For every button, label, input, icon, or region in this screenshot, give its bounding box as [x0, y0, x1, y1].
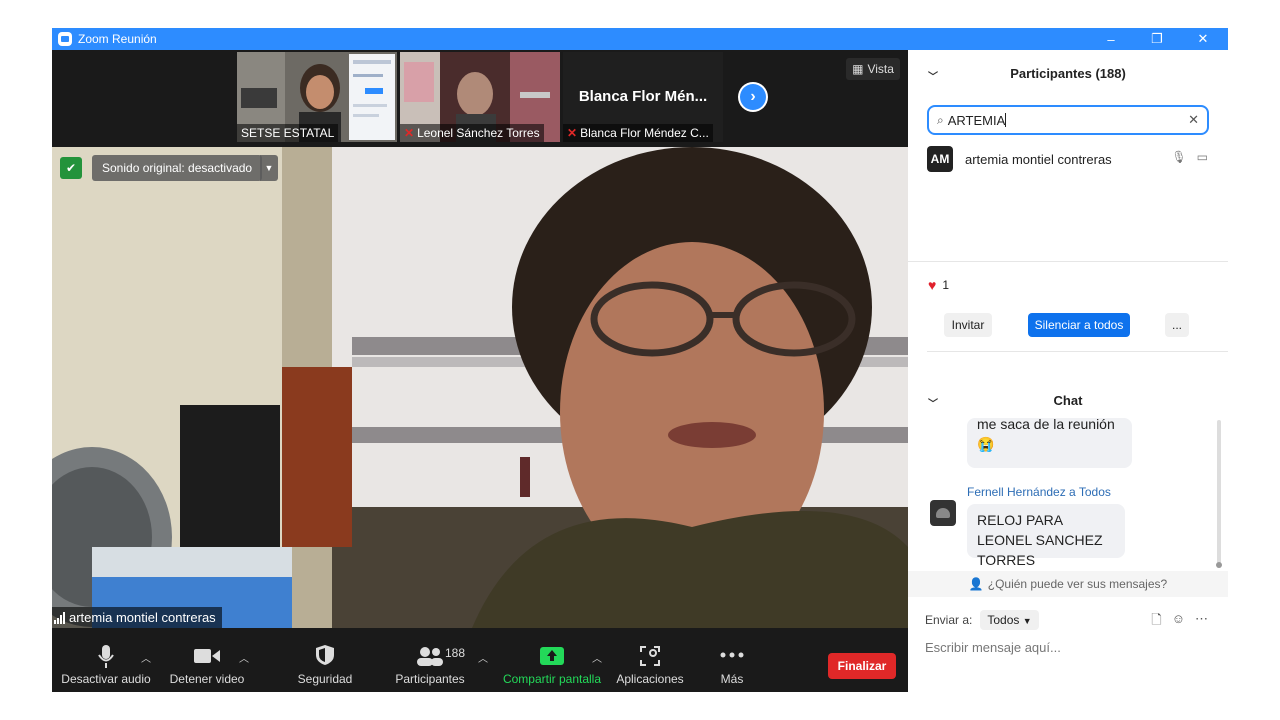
participants-options-caret[interactable]: ︿	[478, 650, 488, 665]
more-button[interactable]: Más	[702, 628, 762, 692]
chevron-down-icon[interactable]: ﹀	[928, 395, 938, 410]
muted-mic-icon: ✕	[404, 126, 415, 140]
audio-options-caret[interactable]: ︿	[141, 650, 151, 665]
chat-message-input[interactable]: Escribir mensaje aquí...	[925, 640, 1061, 655]
security-button[interactable]: Seguridad	[288, 628, 362, 692]
video-camera-icon: ▭	[1196, 150, 1208, 164]
window-title: Zoom Reunión	[78, 32, 157, 46]
share-options-caret[interactable]: ︿	[592, 650, 602, 665]
participant-thumbnail[interactable]: ✕ Leonel Sánchez Torres	[400, 52, 560, 142]
more-icon[interactable]: ⋯	[1195, 611, 1208, 633]
minimize-button[interactable]: –	[1088, 28, 1134, 50]
avatar: AM	[927, 146, 953, 172]
chevron-down-icon: ▼	[1022, 616, 1032, 626]
next-page-button[interactable]: ›	[738, 82, 768, 112]
participant-name: SETSE ESTATAL	[237, 124, 339, 142]
divider	[908, 261, 1228, 262]
microphone-icon	[98, 645, 114, 668]
participants-icon	[417, 647, 443, 666]
encryption-shield-icon[interactable]: ✔	[60, 157, 82, 179]
participant-name: ✕ Leonel Sánchez Torres	[400, 124, 544, 142]
side-panel: ﹀ Participantes (188) ⌕ ARTEMIA ✕ AM art…	[908, 50, 1228, 692]
zoom-logo-icon	[58, 32, 72, 46]
crying-emoji-icon: 😭	[977, 436, 995, 452]
title-bar: Zoom Reunión – ❐ ✕	[52, 28, 1228, 50]
avatar	[930, 500, 956, 526]
muted-mic-icon: ✕	[567, 126, 578, 140]
original-sound-button[interactable]: Sonido original: desactivado	[92, 155, 263, 181]
close-button[interactable]: ✕	[1180, 28, 1226, 50]
restore-button[interactable]: ❐	[1134, 28, 1180, 50]
chat-message: RELOJ PARA LEONEL SANCHEZ TORRES	[967, 504, 1125, 568]
apps-icon	[640, 646, 660, 666]
mute-audio-button[interactable]: Desactivar audio	[60, 628, 152, 692]
video-camera-icon	[194, 649, 220, 663]
participants-button[interactable]: Participantes	[388, 628, 472, 692]
stop-video-button[interactable]: Detener video	[164, 628, 250, 692]
participant-thumbnail[interactable]: Blanca Flor Mén... ✕ Blanca Flor Méndez C…	[563, 52, 723, 142]
emoji-icon[interactable]: ☺	[1172, 611, 1185, 633]
microphone-icon: 🎙	[1171, 150, 1187, 164]
person-lock-icon: 👤	[968, 577, 984, 591]
clear-search-icon[interactable]: ✕	[1188, 112, 1199, 128]
chat-message: me saca de la reunión 😭	[967, 418, 1132, 468]
grid-icon: ▦	[852, 62, 864, 76]
signal-strength-icon	[54, 611, 65, 624]
end-meeting-button[interactable]: Finalizar	[828, 653, 896, 679]
file-icon[interactable]: 🗋	[1151, 611, 1161, 633]
chat-sender: Fernell Hernández a Todos	[967, 485, 1111, 499]
view-button[interactable]: ▦ Vista	[846, 58, 900, 80]
chevron-down-icon[interactable]: ▼	[260, 155, 278, 181]
main-speaker-video: ✔ Sonido original: desactivado ▼ artemia…	[52, 147, 908, 628]
heart-icon: ♥	[928, 277, 937, 293]
chat-actions: 🗋 ☺ ⋯	[1151, 611, 1208, 633]
share-screen-button[interactable]: Compartir pantalla	[498, 628, 606, 692]
invite-button[interactable]: Invitar	[944, 313, 992, 337]
apps-button[interactable]: Aplicaciones	[614, 628, 686, 692]
chat-message-text: me saca de la reunión	[977, 418, 1115, 432]
video-options-caret[interactable]: ︿	[239, 650, 249, 665]
text-cursor	[1005, 113, 1007, 127]
participant-name: ✕ Blanca Flor Méndez C...	[563, 124, 713, 142]
participant-thumbnail[interactable]: SETSE ESTATAL	[237, 52, 397, 142]
more-icon	[720, 652, 744, 658]
participant-list-item[interactable]: AM artemia montiel contreras 🎙 ▭	[927, 146, 1212, 172]
participants-panel-header: ﹀ Participantes (188)	[928, 65, 1126, 84]
chevron-right-icon: ›	[740, 84, 766, 110]
chat-scrollbar[interactable]	[1217, 420, 1221, 568]
participants-count-badge: 188	[445, 646, 466, 660]
send-to-row: Enviar a: Todos ▼	[925, 610, 1039, 630]
mute-all-button[interactable]: Silenciar a todos	[1028, 313, 1130, 337]
speaker-video-icon	[52, 147, 908, 628]
participant-name: artemia montiel contreras	[965, 151, 1112, 167]
zoom-window: Zoom Reunión – ❐ ✕ SETSE ESTATAL ✕ Leone…	[52, 28, 1228, 692]
video-area: SETSE ESTATAL ✕ Leonel Sánchez Torres Bla…	[52, 50, 908, 628]
chevron-down-icon[interactable]: ﹀	[928, 68, 938, 83]
who-can-see-link[interactable]: 👤 ¿Quién puede ver sus mensajes?	[908, 571, 1228, 597]
speaker-name-label: artemia montiel contreras	[52, 607, 222, 628]
participant-search-input[interactable]: ⌕ ARTEMIA ✕	[927, 105, 1209, 135]
divider	[927, 351, 1228, 352]
send-to-dropdown[interactable]: Todos ▼	[980, 610, 1039, 630]
chat-message-text: RELOJ PARA LEONEL SANCHEZ TORRES	[977, 512, 1103, 568]
scrollbar-thumb[interactable]	[1216, 562, 1222, 568]
more-options-button[interactable]: ...	[1165, 313, 1189, 337]
chat-panel-header: ﹀ Chat	[928, 392, 1083, 411]
meeting-toolbar: Desactivar audio ︿ Detener video ︿ Segur…	[52, 628, 908, 692]
search-icon: ⌕	[937, 112, 944, 127]
participant-big-name: Blanca Flor Mén...	[578, 88, 708, 105]
shield-icon	[316, 645, 334, 665]
share-screen-icon	[540, 647, 564, 665]
participant-status-icons: 🎙 ▭	[1171, 150, 1208, 164]
reaction-counter: ♥ 1	[928, 277, 949, 293]
